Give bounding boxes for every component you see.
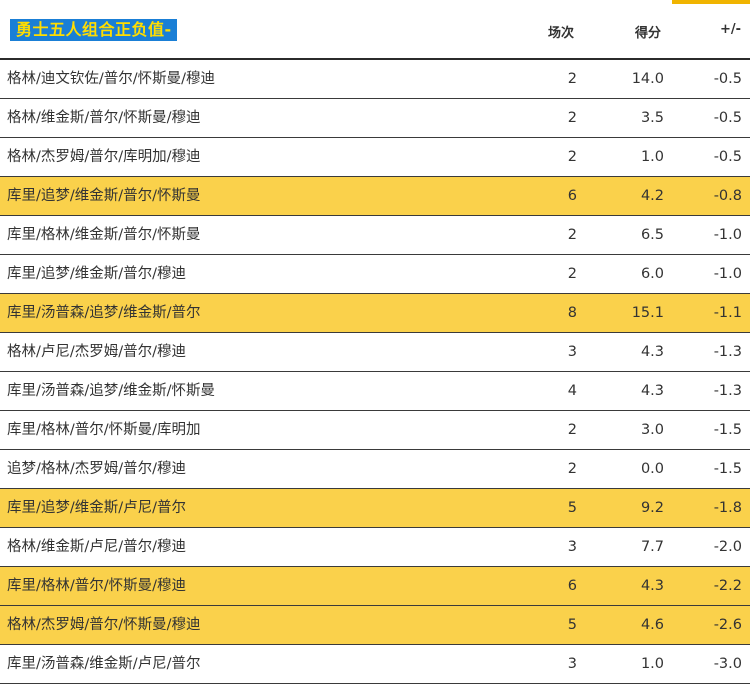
points-cell: 1.0 (640, 149, 664, 165)
games-cell: 2 (567, 149, 577, 165)
games-cell: 4 (567, 383, 577, 399)
table-row: 格林/维金斯/卢尼/普尔/穆迪 3 7.7 -2.0 (0, 528, 750, 567)
games-cell: 2 (567, 227, 577, 243)
games-cell: 3 (567, 539, 577, 555)
table-row: 格林/卢尼/杰罗姆/普尔/穆迪 3 4.3 -1.3 (0, 333, 750, 372)
table-row: 格林/迪文钦佐/普尔/怀斯曼/穆迪 2 14.0 -0.5 (0, 60, 750, 99)
plus-minus-cell: -0.8 (713, 188, 742, 204)
table-row: 格林/维金斯/普尔/怀斯曼/穆迪 2 3.5 -0.5 (0, 99, 750, 138)
plus-minus-cell: -1.0 (713, 266, 742, 282)
points-cell: 3.5 (640, 110, 664, 126)
lineup-cell: 库里/追梦/维金斯/卢尼/普尔 (7, 500, 187, 516)
points-cell: 0.0 (640, 461, 664, 477)
lineup-cell: 格林/维金斯/普尔/怀斯曼/穆迪 (7, 110, 201, 126)
games-cell: 2 (567, 71, 577, 87)
lineup-cell: 库里/格林/普尔/怀斯曼/穆迪 (7, 578, 187, 594)
games-cell: 2 (567, 422, 577, 438)
games-cell: 2 (567, 266, 577, 282)
plus-minus-cell: -2.2 (713, 578, 742, 594)
games-cell: 2 (567, 461, 577, 477)
header-plus-minus: +/- (720, 22, 742, 37)
table-row: 库里/格林/普尔/怀斯曼/穆迪 6 4.3 -2.2 (0, 567, 750, 606)
lineup-cell: 库里/格林/维金斯/普尔/怀斯曼 (7, 227, 201, 243)
plus-minus-cell: -1.8 (713, 500, 742, 516)
games-cell: 6 (567, 188, 577, 204)
points-cell: 9.2 (640, 500, 664, 516)
points-cell: 14.0 (631, 71, 664, 87)
games-cell: 2 (567, 110, 577, 126)
lineup-cell: 格林/杰罗姆/普尔/库明加/穆迪 (7, 149, 201, 165)
header-points: 得分 (635, 26, 662, 41)
plus-minus-cell: -1.1 (713, 305, 742, 321)
games-cell: 5 (567, 617, 577, 633)
points-cell: 1.0 (640, 656, 664, 672)
lineup-cell: 格林/卢尼/杰罗姆/普尔/穆迪 (7, 344, 187, 360)
table-title: 勇士五人组合正负值- (10, 19, 177, 41)
table-row: 格林/杰罗姆/普尔/库明加/穆迪 2 1.0 -0.5 (0, 138, 750, 177)
points-cell: 4.3 (640, 578, 664, 594)
table-row: 追梦/格林/杰罗姆/普尔/穆迪 2 0.0 -1.5 (0, 450, 750, 489)
lineup-cell: 格林/维金斯/卢尼/普尔/穆迪 (7, 539, 187, 555)
table-row: 库里/追梦/维金斯/普尔/穆迪 2 6.0 -1.0 (0, 255, 750, 294)
plus-minus-cell: -1.3 (713, 383, 742, 399)
plus-minus-cell: -1.3 (713, 344, 742, 360)
lineup-cell: 库里/格林/普尔/怀斯曼/库明加 (7, 422, 201, 438)
table-row: 库里/格林/普尔/怀斯曼/库明加 2 3.0 -1.5 (0, 411, 750, 450)
points-cell: 4.6 (640, 617, 664, 633)
plus-minus-cell: -2.6 (713, 617, 742, 633)
plus-minus-cell: -2.0 (713, 539, 742, 555)
table-row: 库里/格林/维金斯/普尔/怀斯曼 2 6.5 -1.0 (0, 216, 750, 255)
plus-minus-cell: -0.5 (713, 149, 742, 165)
lineup-cell: 库里/汤普森/追梦/维金斯/普尔 (7, 305, 201, 321)
table-row: 格林/杰罗姆/普尔/怀斯曼/穆迪 5 4.6 -2.6 (0, 606, 750, 645)
table-body: 格林/迪文钦佐/普尔/怀斯曼/穆迪 2 14.0 -0.5 格林/维金斯/普尔/怀斯曼/… (0, 60, 750, 684)
lineup-cell: 库里/追梦/维金斯/普尔/怀斯曼 (7, 188, 201, 204)
points-cell: 7.7 (640, 539, 664, 555)
points-cell: 4.3 (640, 383, 664, 399)
plus-minus-cell: -1.5 (713, 422, 742, 438)
games-cell: 5 (567, 500, 577, 516)
games-cell: 3 (567, 656, 577, 672)
points-cell: 3.0 (640, 422, 664, 438)
lineup-cell: 格林/杰罗姆/普尔/怀斯曼/穆迪 (7, 617, 201, 633)
points-cell: 6.0 (640, 266, 664, 282)
lineup-cell: 格林/迪文钦佐/普尔/怀斯曼/穆迪 (7, 71, 216, 87)
plus-minus-cell: -0.5 (713, 71, 742, 87)
plus-minus-cell: -3.0 (713, 656, 742, 672)
lineup-cell: 库里/汤普森/维金斯/卢尼/普尔 (7, 656, 201, 672)
lineup-cell: 库里/追梦/维金斯/普尔/穆迪 (7, 266, 187, 282)
table-row: 库里/汤普森/追梦/维金斯/怀斯曼 4 4.3 -1.3 (0, 372, 750, 411)
points-cell: 4.3 (640, 344, 664, 360)
lineup-plus-minus-table: 勇士五人组合正负值- 场次 得分 +/- 格林/迪文钦佐/普尔/怀斯曼/穆迪 2 1… (0, 0, 750, 684)
games-cell: 3 (567, 344, 577, 360)
table-row: 库里/汤普森/维金斯/卢尼/普尔 3 1.0 -3.0 (0, 645, 750, 684)
points-cell: 6.5 (640, 227, 664, 243)
plus-minus-cell: -0.5 (713, 110, 742, 126)
points-cell: 15.1 (631, 305, 664, 321)
lineup-cell: 库里/汤普森/追梦/维金斯/怀斯曼 (7, 383, 216, 399)
games-cell: 8 (567, 305, 577, 321)
plus-minus-cell: -1.5 (713, 461, 742, 477)
table-row: 库里/追梦/维金斯/普尔/怀斯曼 6 4.2 -0.8 (0, 177, 750, 216)
table-row: 库里/汤普森/追梦/维金斯/普尔 8 15.1 -1.1 (0, 294, 750, 333)
table-row: 库里/追梦/维金斯/卢尼/普尔 5 9.2 -1.8 (0, 489, 750, 528)
header-games: 场次 (548, 26, 575, 41)
plus-minus-cell: -1.0 (713, 227, 742, 243)
lineup-cell: 追梦/格林/杰罗姆/普尔/穆迪 (7, 461, 187, 477)
table-header: 勇士五人组合正负值- 场次 得分 +/- (0, 0, 750, 60)
points-cell: 4.2 (640, 188, 664, 204)
games-cell: 6 (567, 578, 577, 594)
